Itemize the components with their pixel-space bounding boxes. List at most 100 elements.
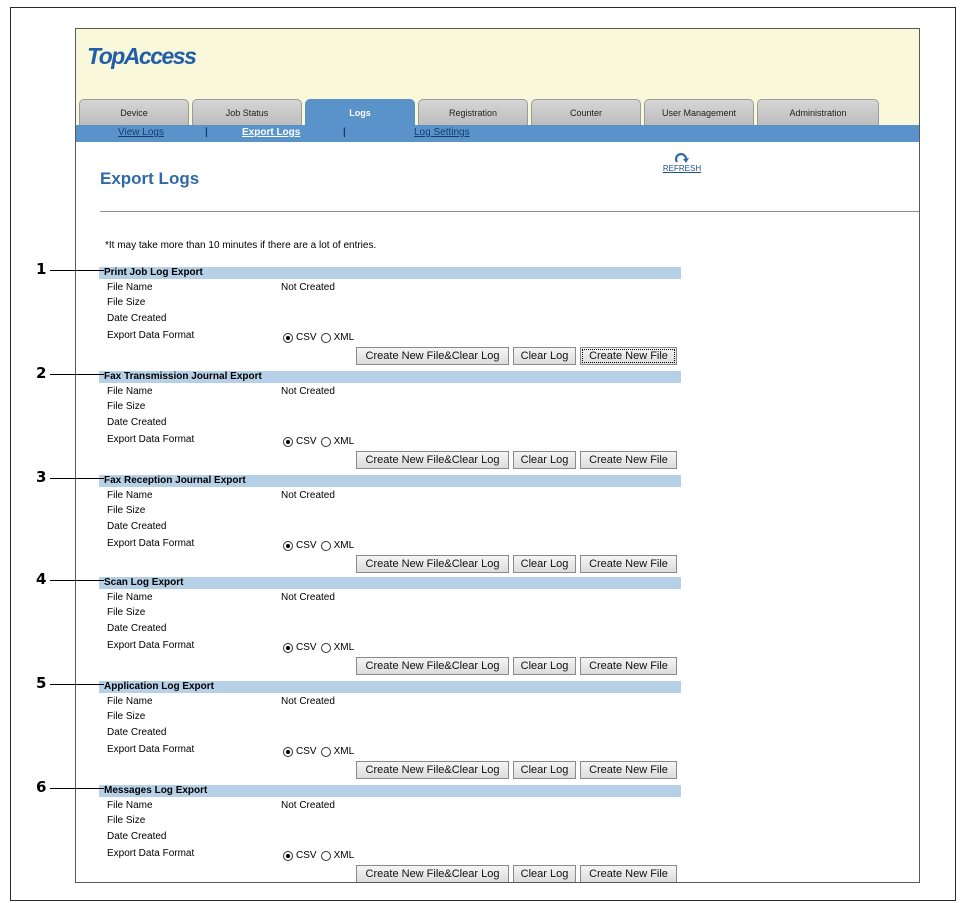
format-radio-group: CSV XML [283,850,358,861]
format-radio-group: CSV XML [283,746,358,757]
header-band: TopAccess Device Job Status Logs Registr… [76,29,919,125]
xml-radio[interactable] [320,436,331,447]
tab-job-status[interactable]: Job Status [192,99,302,125]
csv-radio[interactable] [283,332,293,343]
clear-log-button[interactable]: Clear Log [513,761,576,779]
file-size-label: File Size [107,815,146,826]
file-size-label: File Size [107,297,146,308]
csv-label: CSV [296,850,317,861]
file-name-label: File Name [107,592,153,603]
create-new-file-button[interactable]: Create New File [580,347,677,365]
callout-number: 1 [36,260,47,278]
file-size-label: File Size [107,607,146,618]
clear-log-button[interactable]: Clear Log [513,347,576,365]
file-name-label: File Name [107,490,153,501]
log-export-section: Scan Log Export File Name Not Created Fi… [99,577,681,681]
csv-radio[interactable] [283,642,293,653]
xml-radio[interactable] [320,850,331,861]
csv-radio[interactable] [283,540,293,551]
file-size-label: File Size [107,505,146,516]
create-new-file-clear-log-button[interactable]: Create New File&Clear Log [356,657,509,675]
clear-log-button[interactable]: Clear Log [513,865,576,882]
xml-label: XML [333,642,355,653]
csv-radio[interactable] [283,746,293,757]
tab-logs[interactable]: Logs [305,99,415,125]
subnav-view-logs[interactable]: View Logs [118,127,164,138]
xml-radio[interactable] [320,642,331,653]
callout-number: 3 [36,468,47,486]
tab-administration[interactable]: Administration [757,99,879,125]
date-created-label: Date Created [107,727,167,738]
section-header: Application Log Export [99,681,681,693]
callout-marker: 6 [0,778,110,797]
tab-counter[interactable]: Counter [531,99,641,125]
date-created-label: Date Created [107,623,167,634]
callout-marker: 5 [0,674,110,693]
file-name-label: File Name [107,282,153,293]
callout-number: 2 [36,364,47,382]
callout-marker: 2 [0,364,110,383]
create-new-file-clear-log-button[interactable]: Create New File&Clear Log [356,761,509,779]
xml-radio[interactable] [320,332,331,343]
tab-registration[interactable]: Registration [418,99,528,125]
subnav-separator: | [343,127,346,138]
file-size-label: File Size [107,711,146,722]
file-name-label: File Name [107,696,153,707]
export-format-label: Export Data Format [107,744,195,755]
file-name-value: Not Created [281,800,335,811]
xml-label: XML [333,332,355,343]
clear-log-button[interactable]: Clear Log [513,555,576,573]
csv-label: CSV [296,540,317,551]
file-name-value: Not Created [281,490,335,501]
callout-marker: 3 [0,468,110,487]
create-new-file-button[interactable]: Create New File [580,865,677,882]
log-export-section: Fax Reception Journal Export File Name N… [99,475,681,579]
create-new-file-clear-log-button[interactable]: Create New File&Clear Log [356,555,509,573]
refresh-button[interactable]: REFRESH [660,152,704,173]
file-name-label: File Name [107,800,153,811]
xml-label: XML [333,436,355,447]
callout-number: 5 [36,674,47,692]
date-created-label: Date Created [107,831,167,842]
xml-label: XML [333,850,355,861]
format-radio-group: CSV XML [283,540,358,551]
file-size-label: File Size [107,401,146,412]
section-header: Fax Transmission Journal Export [99,371,681,383]
title-divider [100,211,919,212]
callout-line [50,788,104,789]
tab-user-management[interactable]: User Management [644,99,754,125]
callout-line [50,580,104,581]
create-new-file-button[interactable]: Create New File [580,555,677,573]
callout-marker: 1 [0,260,110,279]
csv-radio[interactable] [283,436,293,447]
clear-log-button[interactable]: Clear Log [513,657,576,675]
create-new-file-button[interactable]: Create New File [580,451,677,469]
callout-line [50,684,104,685]
format-radio-group: CSV XML [283,642,358,653]
create-new-file-button[interactable]: Create New File [580,657,677,675]
tab-device[interactable]: Device [79,99,189,125]
xml-radio[interactable] [320,746,331,757]
file-name-label: File Name [107,386,153,397]
export-format-label: Export Data Format [107,538,195,549]
file-name-value: Not Created [281,282,335,293]
date-created-label: Date Created [107,417,167,428]
subnav-log-settings[interactable]: Log Settings [414,127,470,138]
xml-label: XML [333,746,355,757]
date-created-label: Date Created [107,313,167,324]
clear-log-button[interactable]: Clear Log [513,451,576,469]
csv-label: CSV [296,436,317,447]
callout-number: 6 [36,778,47,796]
create-new-file-button[interactable]: Create New File [580,761,677,779]
create-new-file-clear-log-button[interactable]: Create New File&Clear Log [356,865,509,882]
file-name-value: Not Created [281,386,335,397]
csv-label: CSV [296,332,317,343]
create-new-file-clear-log-button[interactable]: Create New File&Clear Log [356,451,509,469]
xml-radio[interactable] [320,540,331,551]
create-new-file-clear-log-button[interactable]: Create New File&Clear Log [356,347,509,365]
export-time-note: *It may take more than 10 minutes if the… [105,240,377,251]
csv-radio[interactable] [283,850,293,861]
refresh-label: REFRESH [662,164,702,173]
subnav-export-logs[interactable]: Export Logs [242,127,300,138]
xml-label: XML [333,540,355,551]
